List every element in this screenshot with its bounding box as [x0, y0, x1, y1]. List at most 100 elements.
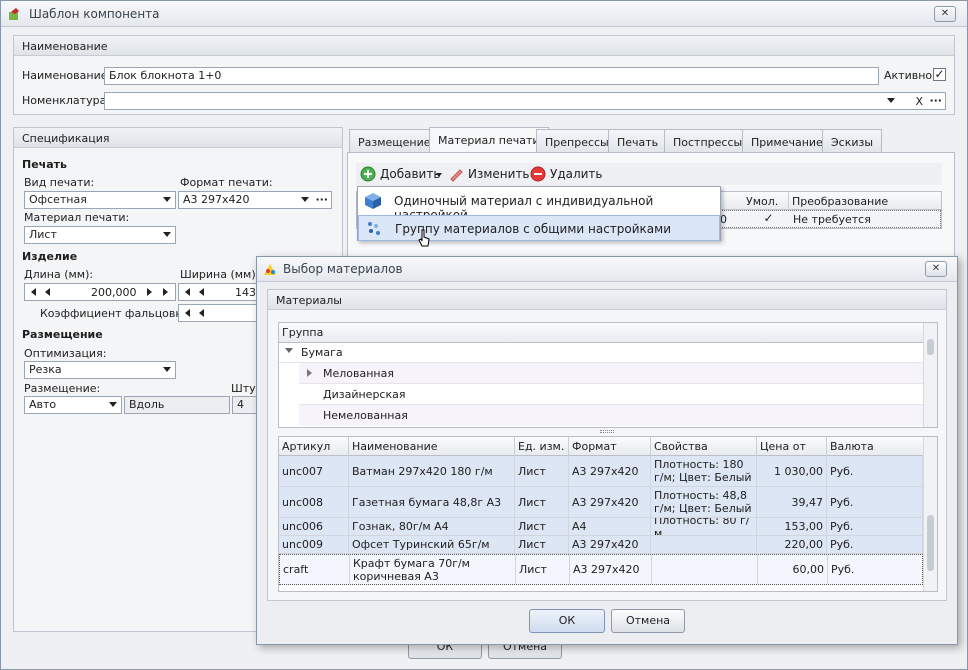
length-spinner[interactable]: 200,000: [24, 283, 176, 301]
tab-notes[interactable]: Примечание: [742, 129, 832, 153]
edit-label: Изменить: [468, 167, 530, 181]
spin-last-icon[interactable]: [163, 288, 168, 296]
row-partial-cell: 0: [720, 213, 727, 226]
menu-item-material-group[interactable]: Группу материалов с общими настройками: [358, 215, 720, 241]
tree-node-label: Немелованная: [323, 409, 408, 422]
splitter-handle[interactable]: [600, 430, 614, 433]
spin-prev-icon[interactable]: [199, 288, 204, 296]
format-cell: А4: [569, 518, 651, 535]
tab-placement[interactable]: Размещение: [349, 129, 440, 153]
tab-print[interactable]: Печать: [608, 129, 668, 153]
cube-icon: [365, 193, 381, 209]
name-cell: Ватман 297x420 180 г/м: [349, 456, 515, 486]
placement-section-title: Размещение: [22, 328, 103, 341]
edit-button[interactable]: Изменить: [446, 164, 530, 184]
chevron-down-icon: [109, 402, 117, 407]
col-default[interactable]: Умол.: [743, 192, 789, 211]
expand-icon[interactable]: [307, 369, 312, 377]
active-checkbox[interactable]: ✓: [933, 68, 946, 81]
collapse-icon[interactable]: [285, 348, 293, 353]
menu-item-single-material[interactable]: Одиночный материал с индивидуальной наст…: [358, 188, 720, 222]
group-tree: Группа Бумага Мелованная Дизайнерская Не…: [278, 322, 938, 428]
spin-prev-icon[interactable]: [199, 309, 204, 317]
cubes-group-icon: [368, 222, 380, 235]
col-format[interactable]: Формат: [569, 437, 651, 456]
nomenclature-dropdown-icon[interactable]: [887, 98, 895, 103]
table-row[interactable]: unc008 Газетная бумага 48,8г А3 Лист А3 297…: [279, 487, 923, 518]
tab-postpress[interactable]: Постпрессы: [664, 129, 752, 153]
article-cell: unc006: [279, 518, 349, 535]
print-type-select[interactable]: Офсетная: [24, 191, 176, 209]
width-spinner[interactable]: 143,: [178, 283, 268, 301]
print-material-value: Лист: [29, 228, 57, 241]
fold-spinner[interactable]: 1: [178, 304, 268, 322]
spin-first-icon[interactable]: [185, 288, 190, 296]
tree-node-child[interactable]: Мелованная: [299, 363, 923, 384]
spin-next-icon[interactable]: [147, 288, 152, 296]
materials-group-header: Материалы: [268, 290, 946, 310]
col-name[interactable]: Наименование: [349, 437, 515, 456]
col-currency[interactable]: Валюта: [827, 437, 923, 456]
placement-select[interactable]: Авто: [24, 396, 122, 414]
tree-scroll-thumb[interactable]: [927, 339, 934, 355]
chevron-down-icon: [163, 232, 171, 237]
table-row[interactable]: craft Крафт бумага 70г/м коричневая А3 Лис…: [279, 554, 924, 585]
tree-col-group[interactable]: Группа: [279, 323, 923, 342]
optimization-select[interactable]: Резка: [24, 361, 176, 379]
app-icon: [9, 8, 19, 20]
add-dropdown-icon: [436, 173, 442, 177]
col-article[interactable]: Артикул: [279, 437, 349, 456]
table-row[interactable]: unc006 Гознак, 80г/м А4 Лист А4 Плотность: 8…: [279, 518, 923, 536]
delete-button[interactable]: Удалить: [528, 164, 603, 184]
table-row[interactable]: unc007 Ватман 297x420 180 г/м Лист А3 297x4…: [279, 456, 923, 487]
main-close-button[interactable]: ✕: [934, 6, 956, 22]
main-window-title: Шаблон компонента: [29, 7, 160, 21]
table-scroll-thumb[interactable]: [927, 515, 934, 571]
print-material-label: Материал печати:: [24, 211, 130, 224]
price-cell: 220,00: [757, 536, 827, 553]
spin-first-icon[interactable]: [185, 309, 190, 317]
print-material-select[interactable]: Лист: [24, 226, 176, 244]
table-scrollbar[interactable]: [923, 437, 937, 591]
print-format-ellipsis[interactable]: ···: [315, 193, 328, 206]
name-input[interactable]: Блок блокнота 1+0: [104, 67, 879, 85]
tab-sketches[interactable]: Эскизы: [822, 129, 883, 153]
col-properties[interactable]: Свойства: [651, 437, 757, 456]
add-button[interactable]: Добавить: [358, 164, 442, 184]
conversion-cell: Не требуется: [793, 213, 871, 226]
col-conversion[interactable]: Преобразование: [789, 192, 941, 211]
product-section-title: Изделие: [22, 250, 78, 263]
dialog-titlebar: Выбор материалов ✕: [257, 257, 957, 282]
pencil-icon: [450, 169, 463, 182]
default-checkbox[interactable]: ✓: [762, 212, 775, 226]
tree-node-child[interactable]: Немелованная: [299, 405, 923, 426]
tab-prepress[interactable]: Препрессы: [536, 129, 618, 153]
nomenclature-ellipsis-button[interactable]: ···: [929, 94, 942, 107]
article-cell: unc008: [279, 487, 349, 517]
dialog-cancel-button[interactable]: Отмена: [611, 609, 685, 633]
chevron-down-icon: [163, 197, 171, 202]
length-label: Длина (мм):: [24, 268, 94, 281]
nomenclature-clear-button[interactable]: X: [915, 95, 923, 108]
table-row[interactable]: unc009 Офсет Туринский 65г/м Лист А3 297x42…: [279, 536, 923, 554]
col-price[interactable]: Цена от: [757, 437, 827, 456]
tree-scrollbar[interactable]: [923, 323, 937, 427]
col-unit[interactable]: Ед. изм.: [515, 437, 569, 456]
tree-node-root[interactable]: Бумага: [279, 343, 923, 363]
spin-prev-icon[interactable]: [45, 288, 50, 296]
nomenclature-select[interactable]: X ···: [104, 92, 946, 110]
orientation-field[interactable]: Вдоль: [124, 396, 230, 414]
tab-print-material[interactable]: Материал печати: [429, 127, 549, 153]
tree-node-child[interactable]: Дизайнерская: [299, 384, 923, 405]
placement-value: Авто: [29, 398, 57, 411]
unit-cell: Лист: [515, 518, 569, 535]
spin-first-icon[interactable]: [31, 288, 36, 296]
dialog-close-button[interactable]: ✕: [925, 261, 947, 277]
fold-label: Коэффициент фальцовки:: [40, 307, 193, 320]
print-format-select[interactable]: А3 297x420 ···: [178, 191, 332, 209]
nomenclature-label: Номенклатура:: [22, 94, 111, 107]
article-cell: unc009: [279, 536, 349, 553]
chevron-down-icon: [163, 367, 171, 372]
naming-group: Наименование Наименование: Блок блокнота…: [13, 35, 955, 115]
dialog-ok-button[interactable]: ОК: [529, 609, 605, 633]
